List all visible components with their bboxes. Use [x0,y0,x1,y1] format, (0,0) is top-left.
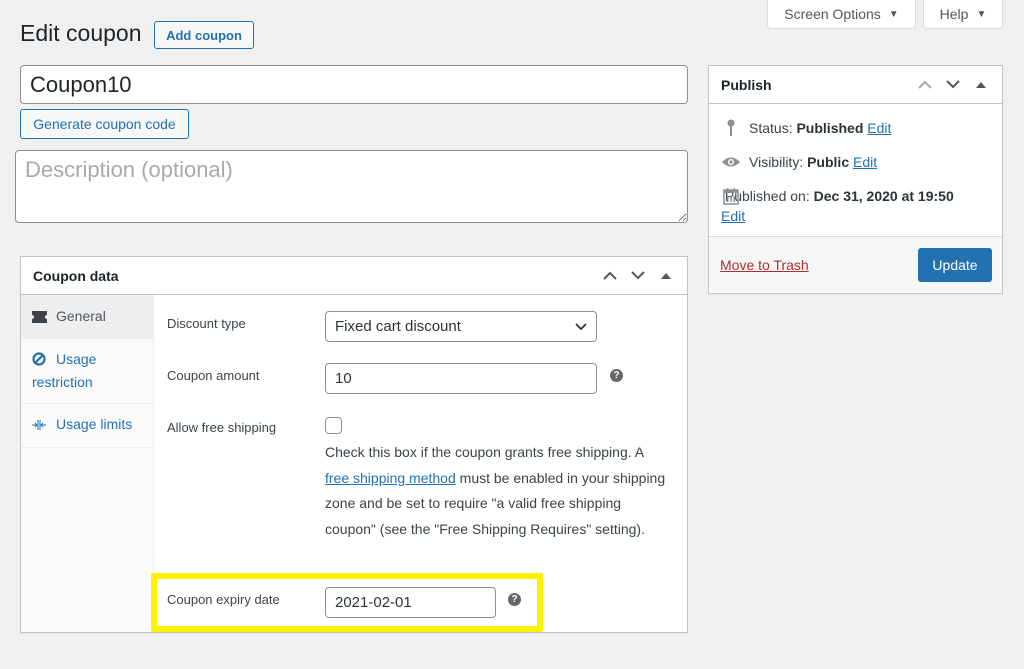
pin-icon [721,118,741,138]
ticket-icon [32,308,48,329]
status-row: Status: Published Edit [721,118,990,138]
move-up-button[interactable] [601,267,619,285]
description-text-before: Check this box if the coupon grants free… [325,444,644,460]
edit-status-link[interactable]: Edit [867,120,891,136]
chevron-down-icon [575,322,587,330]
help-tip-icon[interactable]: ? [610,369,623,382]
tab-usage-limits[interactable]: Usage limits [21,404,153,448]
published-on-wrap: Published on: Dec 31, 2020 at 19:50 [725,186,954,206]
help-label: Help [939,6,969,22]
coupon-code-input[interactable] [20,65,688,104]
limits-icon [32,416,48,437]
edit-visibility-link[interactable]: Edit [853,154,877,170]
misc-publishing-actions: Status: Published Edit Visibility: Publi… [709,118,1002,226]
help-button[interactable]: Help ▼ [923,0,1003,29]
chevron-down-icon [946,80,960,89]
screen-options-button[interactable]: Screen Options ▼ [767,0,916,29]
free-shipping-description: Check this box if the coupon grants free… [325,440,670,542]
visibility-text: Visibility: Public Edit [749,152,877,172]
block-icon [32,351,48,372]
chevron-down-icon [631,271,645,280]
triangle-up-icon [976,81,986,88]
coupon-amount-label: Coupon amount [167,368,260,383]
triangle-up-icon [661,272,671,279]
status-value: Published [796,120,864,136]
coupon-amount-input[interactable]: 10 [325,363,597,394]
discount-type-select[interactable]: Fixed cart discount [325,311,597,342]
tab-usage-limits-label: Usage limits [56,416,133,432]
chevron-up-icon [603,271,617,280]
expiry-date-label: Coupon expiry date [167,592,280,607]
move-down-button[interactable] [629,267,647,285]
general-panel: Discount type Fixed cart discount Coupon… [154,295,687,632]
help-tip-icon[interactable]: ? [508,593,521,606]
status-label: Status: [749,120,797,136]
free-shipping-method-link[interactable]: free shipping method [325,470,456,486]
coupon-data-header: Coupon data [21,257,687,295]
discount-type-label: Discount type [167,316,246,331]
published-on-row: Published on: Dec 31, 2020 at 19:50 [693,186,990,206]
tab-general-label: General [56,308,106,324]
published-on-edit-row: Edit [721,206,990,226]
published-on-value: Dec 31, 2020 at 19:50 [813,188,954,204]
published-on-inner: Published on: Dec 31, 2020 at 19:50 [725,188,954,204]
move-up-button[interactable] [916,76,934,94]
visibility-label: Visibility: [749,154,808,170]
eye-icon [721,152,741,172]
expiry-date-input[interactable]: 2021-02-01 [325,587,496,618]
tab-general[interactable]: General [21,295,153,339]
caret-down-icon: ▼ [888,8,899,20]
description-textarea[interactable] [15,150,688,223]
status-text: Status: Published Edit [749,118,891,138]
coupon-data-box: Coupon data General Usage restriction Us… [20,256,688,633]
update-button[interactable]: Update [918,248,992,282]
tab-usage-restriction[interactable]: Usage restriction [21,339,153,404]
move-to-trash-link[interactable]: Move to Trash [720,257,809,273]
page-title: Edit coupon [20,20,142,46]
discount-type-value: Fixed cart discount [335,318,461,335]
coupon-amount-value: 10 [335,370,352,387]
calendar-icon [721,186,741,206]
toggle-panel-button[interactable] [972,76,990,94]
free-shipping-checkbox[interactable] [325,417,342,434]
major-publishing-actions: Move to Trash Update [709,236,1002,293]
caret-down-icon: ▼ [976,8,987,20]
chevron-up-icon [918,80,932,89]
add-coupon-button[interactable]: Add coupon [154,21,254,49]
generate-coupon-code-button[interactable]: Generate coupon code [20,109,189,139]
handle-actions [916,76,990,94]
coupon-data-title: Coupon data [33,267,119,284]
edit-published-on-link[interactable]: Edit [721,208,745,224]
toggle-panel-button[interactable] [657,267,675,285]
publish-header: Publish [709,66,1002,104]
publish-box: Publish Status: Published Edit Visibilit… [708,65,1003,294]
visibility-row: Visibility: Public Edit [721,152,990,172]
expiry-date-value: 2021-02-01 [335,594,412,611]
published-on-text: Published on: Dec 31, 2020 at 19:50 [721,186,954,206]
move-down-button[interactable] [944,76,962,94]
handle-actions [601,267,675,285]
coupon-data-tabs: General Usage restriction Usage limits [21,295,154,632]
coupon-data-body: General Usage restriction Usage limits D… [21,295,687,632]
visibility-value: Public [807,154,850,170]
publish-title: Publish [721,76,772,93]
screen-options-label: Screen Options [784,6,881,22]
free-shipping-label: Allow free shipping [167,420,277,435]
